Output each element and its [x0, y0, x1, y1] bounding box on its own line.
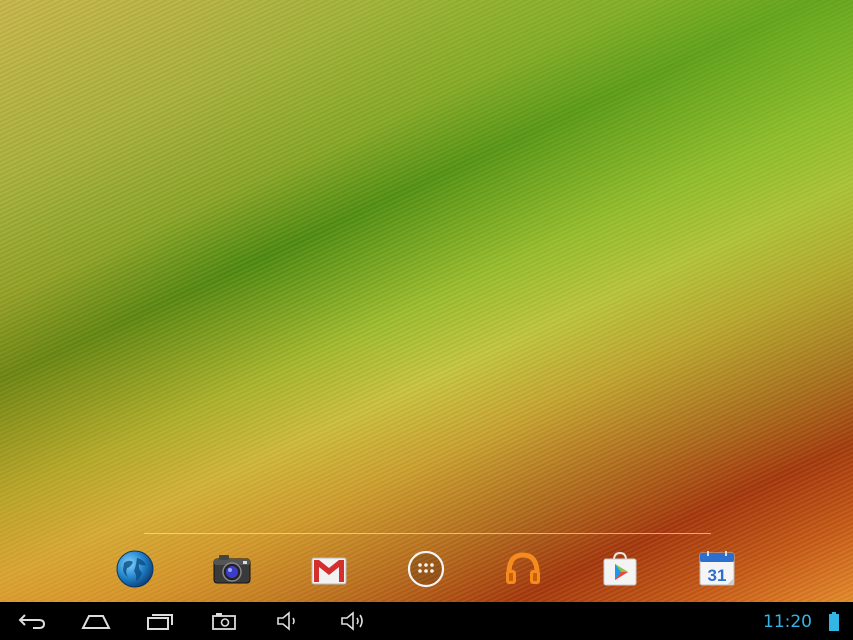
- play-store-icon: [603, 551, 637, 586]
- screenshot-icon: [212, 613, 236, 630]
- headphones-icon: [506, 552, 540, 584]
- play-music-app[interactable]: [503, 549, 543, 589]
- recent-apps-icon: [147, 614, 173, 630]
- home-button[interactable]: [80, 610, 112, 632]
- calendar-icon: 31: [699, 551, 735, 586]
- play-store-app[interactable]: [600, 549, 640, 589]
- home-icon: [81, 615, 111, 629]
- volume-up-icon: [341, 611, 363, 631]
- app-drawer-icon: [407, 550, 445, 588]
- battery-icon[interactable]: [829, 612, 839, 631]
- calendar-date-label: 31: [708, 566, 727, 585]
- volume-down-icon: [277, 611, 295, 631]
- browser-app[interactable]: [115, 549, 155, 589]
- volume-up-button[interactable]: [337, 610, 367, 632]
- calendar-app[interactable]: 31: [697, 549, 737, 589]
- back-icon: [18, 614, 46, 629]
- recent-apps-button[interactable]: [144, 610, 176, 632]
- status-clock[interactable]: 11:20: [763, 612, 812, 632]
- gmail-app[interactable]: [309, 549, 349, 589]
- screenshot-button[interactable]: [209, 610, 239, 632]
- camera-icon: [213, 555, 251, 584]
- back-button[interactable]: [16, 610, 48, 632]
- all-apps-button[interactable]: [406, 549, 446, 589]
- home-screen: 31 11:20: [0, 0, 853, 640]
- dock-divider: [144, 533, 711, 534]
- wallpaper: [0, 0, 853, 602]
- volume-down-button[interactable]: [273, 610, 303, 632]
- navigation-bar: 11:20: [0, 602, 853, 640]
- globe-icon: [116, 550, 154, 588]
- camera-app[interactable]: [212, 549, 252, 589]
- gmail-icon: [311, 557, 347, 585]
